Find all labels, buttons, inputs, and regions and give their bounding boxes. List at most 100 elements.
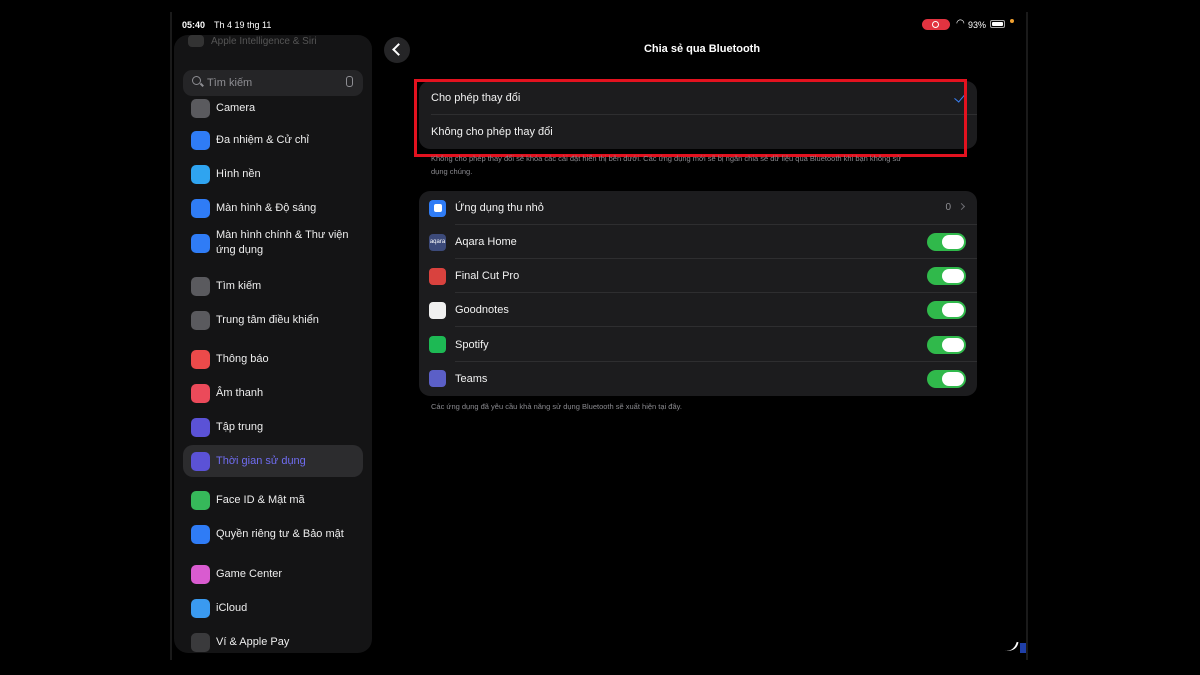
notifications-icon <box>191 349 210 369</box>
corner-indicator <box>1020 643 1026 653</box>
bluetooth-toggle[interactable] <box>927 267 966 286</box>
app-row: Final Cut Pro <box>419 259 977 294</box>
settings-sidebar: Apple Intelligence & Siri Tìm kiếm Camer… <box>174 35 372 653</box>
app-row: Spotify <box>419 328 977 362</box>
app-row: Teams <box>419 362 977 396</box>
sidebar-item[interactable]: Tìm kiếm <box>183 275 363 297</box>
ipad-screen: 05:40 Th 4 19 thg 11 ◠ 93% Apple Intelli… <box>172 13 1028 658</box>
wifi-icon: ◠ <box>956 18 965 29</box>
sound-icon <box>191 383 210 403</box>
apple-intelligence-icon <box>188 35 204 47</box>
battery-icon <box>990 20 1005 28</box>
sidebar-item-label: Đa nhiệm & Cử chỉ <box>216 133 309 146</box>
sidebar-item[interactable]: Quyền riêng tư & Bảo mật <box>183 523 363 545</box>
microphone-icon[interactable] <box>346 76 353 87</box>
options-footnote: Không cho phép thay đổi sẽ khóa các cài … <box>431 154 902 176</box>
sidebar-item[interactable]: Thời gian sử dụng <box>183 445 363 477</box>
display-icon <box>191 198 210 218</box>
wallpaper-icon <box>191 164 210 184</box>
widgets-count: 0 <box>945 202 951 213</box>
sidebar-item-label: Âm thanh <box>216 386 264 399</box>
app-row: Goodnotes <box>419 293 977 328</box>
status-bar: 05:40 Th 4 19 thg 11 ◠ 93% <box>172 13 1028 37</box>
chevron-right-icon <box>957 202 966 211</box>
multitasking-icon <box>191 130 210 150</box>
privacy-hand-icon <box>191 524 210 544</box>
bluetooth-toggle[interactable] <box>927 233 966 251</box>
app-label: Goodnotes <box>455 304 509 317</box>
search-icon <box>191 276 210 296</box>
sidebar-item-label: iCloud <box>216 601 248 614</box>
status-date: Th 4 19 thg 11 <box>214 20 272 30</box>
control-center-icon <box>191 310 210 330</box>
sidebar-item[interactable]: iCloud <box>183 597 363 619</box>
screen-time-icon <box>191 451 210 471</box>
widgets-row[interactable]: Ứng dụng thu nhỏ 0 <box>419 191 977 225</box>
teams-icon <box>429 370 446 388</box>
app-label: Final Cut Pro <box>455 270 520 283</box>
search-icon <box>192 76 201 85</box>
search-input[interactable]: Tìm kiếm <box>183 70 363 96</box>
sidebar-item[interactable]: Camera <box>183 97 363 119</box>
status-time: 05:40 <box>182 20 206 30</box>
wallet-icon <box>191 632 210 652</box>
sidebar-item[interactable]: Trung tâm điều khiển <box>183 309 363 331</box>
sidebar-item-label: Camera <box>216 101 256 114</box>
home-screen-icon <box>191 233 210 253</box>
bluetooth-apps-group: Ứng dụng thu nhỏ 0 aqara Aqara Home Final … <box>419 191 977 396</box>
app-label: Spotify <box>455 338 489 351</box>
sidebar-item-label: Tập trung <box>216 420 264 433</box>
widgets-label: Ứng dụng thu nhỏ <box>455 202 544 214</box>
app-label: Teams <box>455 372 488 385</box>
battery-percent: 93% <box>968 20 987 30</box>
checkmark-icon <box>954 90 966 103</box>
bluetooth-toggle[interactable] <box>927 301 966 320</box>
sidebar-item[interactable]: Hình nền <box>183 163 363 185</box>
sidebar-item-label: Game Center <box>216 567 283 580</box>
camera-icon <box>191 98 210 118</box>
option-label: Không cho phép thay đổi <box>431 126 553 138</box>
sidebar-item[interactable]: Thông báo <box>183 348 363 370</box>
sidebar-item[interactable]: Face ID & Mật mã <box>183 489 363 511</box>
sidebar-item-label: Màn hình & Độ sáng <box>216 201 317 214</box>
option-disallow-changes[interactable]: Không cho phép thay đổi <box>419 115 977 149</box>
sidebar-item-label: Màn hình chính & Thư viện ứng dụng <box>216 229 349 256</box>
icloud-icon <box>191 598 210 618</box>
sidebar-item[interactable]: Tập trung <box>183 416 363 438</box>
sidebar-item[interactable]: Ví & Apple Pay <box>183 631 363 653</box>
cursor-mark <box>1003 638 1019 654</box>
app-label: Aqara Home <box>455 236 517 248</box>
spotify-icon <box>429 336 446 354</box>
screen-recording-icon[interactable] <box>922 19 950 30</box>
sidebar-item-label: Thông báo <box>216 352 269 365</box>
focus-icon <box>191 417 210 437</box>
game-center-icon <box>191 564 210 584</box>
page-title: Chia sẻ qua Bluetooth <box>643 43 761 55</box>
option-label: Cho phép thay đổi <box>431 92 521 104</box>
sidebar-item-label: Quyền riêng tư & Bảo mật <box>216 527 344 540</box>
back-button[interactable] <box>384 37 410 63</box>
sidebar-item-label: Face ID & Mật mã <box>216 493 305 506</box>
sharing-options-group: Cho phép thay đổi Không cho phép thay đổ… <box>419 81 977 149</box>
sidebar-item-label: Ví & Apple Pay <box>216 635 290 648</box>
search-placeholder: Tìm kiếm <box>207 77 253 89</box>
option-allow-changes[interactable]: Cho phép thay đổi <box>419 81 977 115</box>
sidebar-item[interactable]: Màn hình & Độ sáng <box>183 197 363 219</box>
sidebar-item-label: Thời gian sử dụng <box>216 454 306 467</box>
bluetooth-toggle[interactable] <box>927 369 966 388</box>
apps-footnote: Các ứng dụng đã yêu cầu khả năng sử dụng… <box>431 402 682 411</box>
bluetooth-toggle[interactable] <box>927 335 966 354</box>
sidebar-item-label: Trung tâm điều khiển <box>216 313 319 326</box>
widgets-icon <box>429 199 446 217</box>
sidebar-item-apple-intelligence[interactable]: Apple Intelligence & Siri <box>188 35 317 47</box>
sidebar-item-label: Hình nền <box>216 167 261 180</box>
sidebar-item[interactable]: Màn hình chính & Thư viện ứng dụng <box>183 227 363 259</box>
app-row: aqara Aqara Home <box>419 225 977 259</box>
final-cut-pro-icon <box>429 267 446 285</box>
face-id-icon <box>191 490 210 510</box>
mic-indicator-dot <box>1010 19 1014 23</box>
sidebar-item[interactable]: Âm thanh <box>183 382 363 404</box>
sidebar-item-label: Tìm kiếm <box>216 279 262 292</box>
sidebar-item[interactable]: Đa nhiệm & Cử chỉ <box>183 129 363 151</box>
sidebar-item[interactable]: Game Center <box>183 563 363 585</box>
